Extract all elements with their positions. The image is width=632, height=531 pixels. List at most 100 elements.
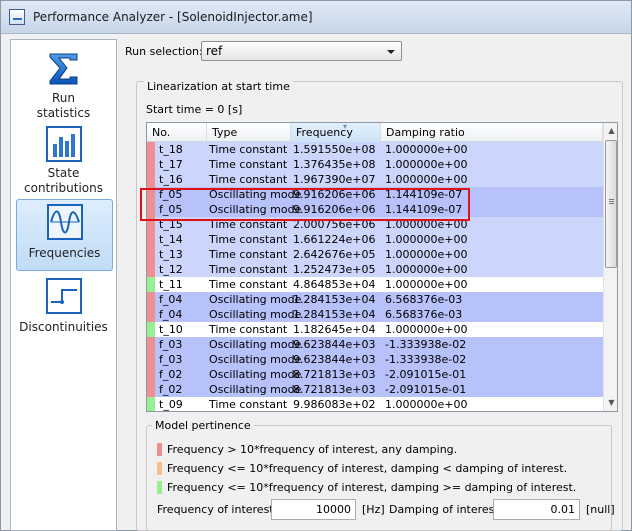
table-row[interactable]: f_02 Oscillating mode 8.721813e+03 -2.09101… [147,367,603,382]
nav-discontinuities[interactable]: Discontinuities [16,275,113,339]
nav-frequencies[interactable]: Frequencies [16,199,113,271]
cell-type: Oscillating mode [209,293,302,306]
cell-type: Time constant [209,173,288,186]
cell-no: t_09 [159,398,183,411]
nav-run-statistics[interactable]: Run statistics [16,45,113,121]
nav-state-contributions[interactable]: State contributions [16,123,113,197]
cell-damping-ratio: 1.000000e+00 [385,173,468,186]
scroll-up-icon[interactable]: ▲ [604,123,617,139]
annotation-highlight-box [140,188,470,221]
cell-type: Time constant [209,233,288,246]
nav-label-frequencies: Frequencies [28,246,101,260]
table-row[interactable]: f_04 Oscillating mode 1.284153e+04 6.568376… [147,292,603,307]
column-header-damping-ratio[interactable]: Damping ratio [381,123,603,142]
table-row[interactable]: t_17 Time constant 1.376435e+08 1.000000e+0… [147,157,603,172]
pertinence-marker [147,172,155,187]
cell-frequency: 4.864853e+04 [293,278,376,291]
cell-damping-ratio: 1.000000e+00 [385,233,468,246]
cell-damping-ratio: 1.000000e+00 [385,248,468,261]
cell-frequency: 2.642676e+05 [293,248,376,261]
nav-label-discontinuities: Discontinuities [19,320,108,334]
cell-no: t_17 [159,158,183,171]
cell-type: Oscillating mode [209,338,302,351]
nav-label-state-contributions: State contributions [24,166,103,195]
sidebar: Run statistics State contributions Frequ… [10,39,117,531]
run-selection-label: Run selection: [125,45,203,58]
run-selection-dropdown[interactable]: ref [201,41,402,61]
legend-swatch-orange [157,462,162,475]
column-header-type[interactable]: Type [207,123,291,142]
cell-frequency: 8.721813e+03 [293,368,376,381]
cell-damping-ratio: 1.000000e+00 [385,143,468,156]
scroll-down-icon[interactable]: ▼ [604,395,617,411]
cell-damping-ratio: 1.000000e+00 [385,323,468,336]
cell-frequency: 1.284153e+04 [293,308,376,321]
table-row[interactable]: t_10 Time constant 1.182645e+04 1.000000e+0… [147,322,603,337]
column-header-no[interactable]: No. [147,123,207,142]
cell-no: t_18 [159,143,183,156]
window-title: Performance Analyzer - [SolenoidInjector… [33,10,313,24]
table-body: t_18 Time constant 1.591550e+08 1.000000e+0… [147,142,603,411]
cell-no: t_16 [159,173,183,186]
table-row[interactable]: t_13 Time constant 2.642676e+05 1.000000e+0… [147,247,603,262]
pertinence-marker [147,367,155,382]
table-row[interactable]: f_04 Oscillating mode 1.284153e+04 6.568376… [147,307,603,322]
nav-label-run-statistics: Run statistics [36,91,91,120]
cell-frequency: 1.591550e+08 [293,143,376,156]
pertinence-marker [147,382,155,397]
cell-no: t_13 [159,248,183,261]
legend-swatch-red [157,443,162,456]
cell-type: Oscillating mode [209,353,302,366]
legend-text-green: Frequency <= 10*frequency of interest, d… [167,481,577,494]
cell-damping-ratio: -1.333938e-02 [385,338,467,351]
cell-no: t_14 [159,233,183,246]
cell-frequency: 9.623844e+03 [293,353,376,366]
table-row[interactable]: f_03 Oscillating mode 9.623844e+03 -1.33393… [147,337,603,352]
cell-damping-ratio: 1.000000e+00 [385,278,468,291]
table-row[interactable]: t_18 Time constant 1.591550e+08 1.000000e+0… [147,142,603,157]
table-row[interactable]: t_14 Time constant 1.661224e+06 1.000000e+0… [147,232,603,247]
table-row[interactable]: t_11 Time constant 4.864853e+04 1.000000e+0… [147,277,603,292]
cell-type: Time constant [209,323,288,336]
column-header-frequency[interactable]: ▾ Frequency [291,123,381,142]
table-row[interactable]: t_09 Time constant 9.986083e+02 1.000000e+0… [147,397,603,411]
frequencies-table: No. Type ▾ Frequency Damping ratio t_18 T… [146,122,618,412]
table-vertical-scrollbar[interactable]: ▲ ▼ [603,123,617,411]
cell-type: Time constant [209,278,288,291]
start-time-label: Start time = 0 [s] [146,103,243,116]
frequency-of-interest-input[interactable]: 10000 [271,499,356,520]
cell-damping-ratio: 6.568376e-03 [385,293,463,306]
legend-text-orange: Frequency <= 10*frequency of interest, d… [167,462,568,475]
table-header: No. Type ▾ Frequency Damping ratio [147,123,603,142]
cell-damping-ratio: -2.091015e-01 [385,383,467,396]
chevron-down-icon [387,50,395,54]
pertinence-marker [147,352,155,367]
cell-damping-ratio: 1.000000e+00 [385,158,468,171]
run-selection-value: ref [206,44,223,58]
damping-unit-label: [null] [586,503,615,516]
cell-damping-ratio: 1.000000e+00 [385,398,468,411]
table-row[interactable]: t_16 Time constant 1.967390e+07 1.000000e+0… [147,172,603,187]
legend-swatch-green [157,481,162,494]
cell-type: Oscillating mode [209,383,302,396]
cell-damping-ratio: 6.568376e-03 [385,308,463,321]
pertinence-marker [147,397,155,411]
cell-no: f_04 [159,293,183,306]
wave-icon [47,204,83,240]
cell-no: f_03 [159,338,183,351]
table-row[interactable]: f_03 Oscillating mode 9.623844e+03 -1.33393… [147,352,603,367]
cell-frequency: 1.967390e+07 [293,173,376,186]
pertinence-marker [147,292,155,307]
grip-icon [609,199,614,200]
pertinence-marker [147,157,155,172]
frequency-of-interest-label: Frequency of interest: [157,503,278,516]
cell-frequency: 1.376435e+08 [293,158,376,171]
table-row[interactable]: t_12 Time constant 1.252473e+05 1.000000e+0… [147,262,603,277]
sigma-icon [49,53,78,85]
cell-frequency: 1.284153e+04 [293,293,376,306]
pertinence-marker [147,262,155,277]
table-row[interactable]: f_02 Oscillating mode 8.721813e+03 -2.09101… [147,382,603,397]
scrollbar-thumb[interactable] [605,140,617,268]
cell-damping-ratio: -2.091015e-01 [385,368,467,381]
damping-of-interest-input[interactable]: 0.01 [493,499,580,520]
